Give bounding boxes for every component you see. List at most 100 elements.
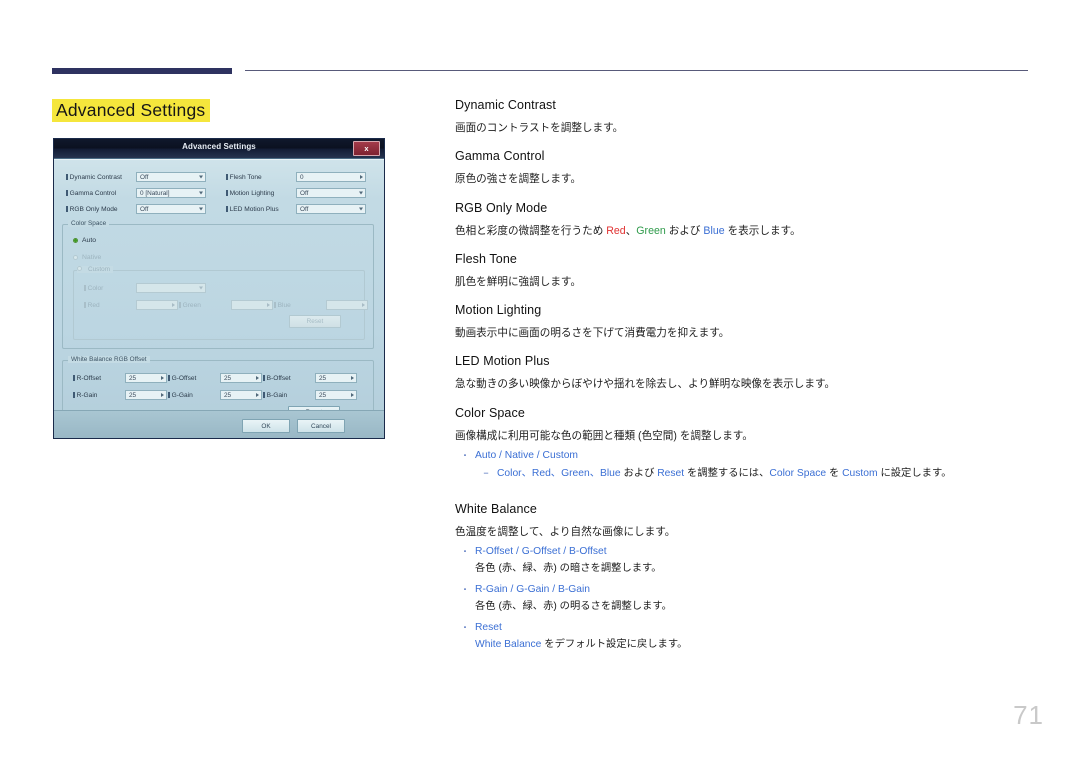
spinner-value: 25 bbox=[319, 391, 327, 399]
section-description: 原色の強さを調整します。 bbox=[455, 173, 582, 186]
motion-lighting-select[interactable]: Off bbox=[296, 188, 366, 198]
header-rule-thick bbox=[52, 68, 232, 74]
desc-text: および bbox=[665, 224, 704, 237]
select-value: Off bbox=[140, 173, 149, 181]
chevron-right-icon bbox=[350, 376, 354, 380]
field-label: Green bbox=[179, 302, 231, 309]
dynamic-contrast-select[interactable]: Off bbox=[136, 172, 206, 182]
b-offset-spinner[interactable]: 25 bbox=[315, 373, 357, 383]
custom-reset-button[interactable]: Reset bbox=[289, 315, 341, 328]
term-green: Green bbox=[636, 224, 666, 237]
field-label: RGB Only Mode bbox=[66, 206, 136, 213]
field-label: G-Gain bbox=[168, 392, 220, 399]
bullet-link: White Balance bbox=[475, 638, 542, 650]
led-motion-plus-select[interactable]: Off bbox=[296, 204, 366, 214]
sub-text: を調整するには、 bbox=[684, 468, 770, 479]
sub-text: Color、Red、Green、Blue bbox=[497, 468, 621, 479]
list-item: ・ Auto / Native / Custom − Color、Red、Gre… bbox=[455, 449, 1055, 482]
field-custom-color: Color bbox=[84, 283, 206, 293]
color-space-group: Color Space Auto Native Custom Color Red… bbox=[62, 220, 374, 349]
custom-red-spinner[interactable] bbox=[136, 300, 178, 310]
spinner-value: 25 bbox=[129, 374, 137, 382]
cancel-button[interactable]: Cancel bbox=[297, 419, 345, 433]
chevron-right-icon bbox=[160, 376, 164, 380]
r-offset-spinner[interactable]: 25 bbox=[125, 373, 167, 383]
term-blue: Blue bbox=[703, 224, 725, 237]
chevron-right-icon bbox=[255, 376, 259, 380]
custom-group-legend: Custom bbox=[77, 266, 114, 273]
ok-button[interactable]: OK bbox=[242, 419, 290, 433]
field-label: B-Offset bbox=[263, 375, 315, 382]
field-label: G-Offset bbox=[168, 375, 220, 382]
chevron-down-icon bbox=[199, 175, 203, 179]
section-title: White Balance bbox=[455, 501, 537, 516]
custom-blue-spinner[interactable] bbox=[326, 300, 368, 310]
section-title: Gamma Control bbox=[455, 149, 545, 164]
page-title: Advanced Settings bbox=[52, 99, 211, 123]
section-gamma-control: Gamma Control 原色の強さを調整します。 bbox=[455, 149, 1055, 186]
chevron-right-icon bbox=[255, 393, 259, 397]
section-white-balance: White Balance 色温度を調整して、より自然な画像にします。 ・ R-… bbox=[455, 502, 1055, 653]
close-icon[interactable]: x bbox=[353, 141, 380, 156]
section-title: Flesh Tone bbox=[455, 251, 517, 266]
chevron-down-icon bbox=[199, 207, 203, 211]
field-label: Color bbox=[84, 285, 136, 292]
section-rgb-only-mode: RGB Only Mode 色相と彩度の微調整を行うため Red、Green お… bbox=[455, 201, 1055, 238]
g-offset-spinner[interactable]: 25 bbox=[220, 373, 262, 383]
chevron-right-icon bbox=[361, 303, 365, 307]
g-gain-spinner[interactable]: 25 bbox=[220, 390, 262, 400]
section-description: 肌色を鮮明に強調します。 bbox=[455, 275, 582, 288]
field-custom-green: Green bbox=[179, 300, 273, 310]
bullet-text: Auto / Native / Custom bbox=[475, 450, 579, 462]
dialog-footer: OK Cancel bbox=[54, 410, 384, 438]
chevron-down-icon bbox=[199, 191, 203, 195]
select-value: 0 [Natural] bbox=[140, 189, 170, 197]
spinner-value: 25 bbox=[224, 374, 232, 382]
field-label: R-Gain bbox=[73, 392, 125, 399]
radio-color-space-native[interactable]: Native bbox=[73, 254, 101, 261]
bullet-description: をデフォルト設定に戻します。 bbox=[541, 638, 688, 650]
field-label: Motion Lighting bbox=[226, 190, 296, 197]
flesh-tone-spinner[interactable]: 0 bbox=[296, 172, 366, 182]
radio-dot-icon bbox=[73, 238, 78, 243]
field-b-gain: B-Gain 25 bbox=[263, 390, 357, 400]
field-led-motion-plus: LED Motion Plus Off bbox=[226, 204, 366, 214]
b-gain-spinner[interactable]: 25 bbox=[315, 390, 357, 400]
section-title: LED Motion Plus bbox=[455, 354, 550, 369]
rgb-only-mode-select[interactable]: Off bbox=[136, 204, 206, 214]
field-g-gain: G-Gain 25 bbox=[168, 390, 262, 400]
chevron-right-icon bbox=[266, 303, 270, 307]
dash-icon: − bbox=[483, 468, 489, 478]
section-description: 色相と彩度の微調整を行うため Red、Green および Blue を表示します… bbox=[455, 224, 1055, 238]
sub-text: を bbox=[826, 468, 843, 479]
spinner-value: 25 bbox=[129, 391, 137, 399]
chevron-down-icon bbox=[359, 191, 363, 195]
field-label: Flesh Tone bbox=[226, 174, 296, 181]
chevron-down-icon bbox=[199, 286, 203, 290]
radio-color-space-auto[interactable]: Auto bbox=[73, 237, 96, 244]
section-title: Color Space bbox=[455, 405, 525, 420]
sub-text: Reset bbox=[657, 468, 685, 479]
list-item: ・ Reset White Balance をデフォルト設定に戻します。 bbox=[455, 621, 1055, 653]
section-description: 動画表示中に画面の明るさを下げて消費電力を抑えます。 bbox=[455, 327, 730, 340]
radio-color-space-custom[interactable] bbox=[77, 266, 82, 271]
radio-dot-icon bbox=[77, 266, 82, 271]
custom-color-select[interactable] bbox=[136, 283, 206, 293]
list-item: ・ R-Offset / G-Offset / B-Offset 各色 (赤、緑… bbox=[455, 545, 1055, 577]
section-led-motion-plus: LED Motion Plus 急な動きの多い映像からぼやけや揺れを除去し、より… bbox=[455, 354, 1055, 391]
dialog-body: Dynamic Contrast Off Flesh Tone 0 Gamma … bbox=[54, 159, 384, 438]
custom-green-spinner[interactable] bbox=[231, 300, 273, 310]
bullet-text: R-Offset / G-Offset / B-Offset bbox=[475, 546, 607, 558]
section-motion-lighting: Motion Lighting 動画表示中に画面の明るさを下げて消費電力を抑えま… bbox=[455, 303, 1055, 340]
field-flesh-tone: Flesh Tone 0 bbox=[226, 172, 366, 182]
bullet-icon: ・ bbox=[461, 547, 469, 557]
page-number: 71 bbox=[1013, 700, 1044, 730]
chevron-right-icon bbox=[359, 175, 363, 179]
desc-text: を表示します。 bbox=[724, 224, 801, 237]
gamma-control-select[interactable]: 0 [Natural] bbox=[136, 188, 206, 198]
sub-text: に設定します。 bbox=[877, 468, 952, 479]
r-gain-spinner[interactable]: 25 bbox=[125, 390, 167, 400]
field-custom-red: Red bbox=[84, 300, 178, 310]
field-label: R-Offset bbox=[73, 375, 125, 382]
spinner-value: 25 bbox=[224, 391, 232, 399]
